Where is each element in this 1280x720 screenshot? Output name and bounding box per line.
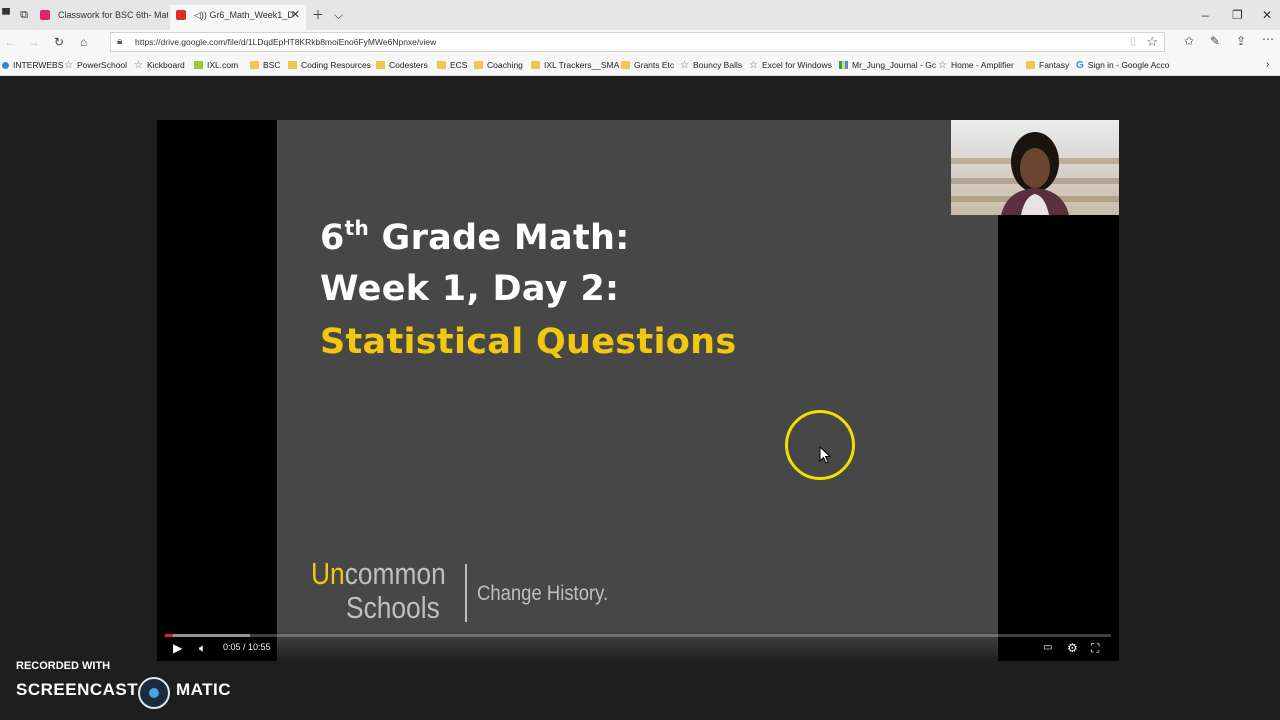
window-menu-icon[interactable]: ▀ (0, 8, 12, 22)
folder-icon (474, 61, 483, 69)
navigation-bar: ← → ↻ ⌂ 🔒︎ https://drive.google.com/file… (0, 30, 1280, 54)
bookmark-coaching[interactable]: Coaching (474, 59, 523, 71)
share-icon[interactable]: ⇪ (1236, 34, 1246, 48)
ixl-icon (194, 61, 203, 69)
cursor-highlight-ring (785, 410, 855, 480)
star-icon: ☆ (680, 60, 689, 71)
bookmark-interwebs[interactable]: INTERWEBS (2, 59, 63, 71)
webcam-overlay (951, 120, 1119, 215)
new-tab-icon[interactable]: ＋ (312, 8, 324, 22)
minimize-icon[interactable]: – (1202, 8, 1209, 22)
tab-overview-icon[interactable]: ⧉ (18, 8, 30, 22)
video-player[interactable]: 6th Grade Math: Week 1, Day 2: Statistic… (157, 120, 1119, 661)
settings-gear-icon[interactable]: ⚙ (1067, 640, 1078, 656)
bookmark-kickboard[interactable]: ☆ Kickboard (134, 59, 185, 72)
bookmark-ixl-trackers[interactable]: IXL Trackers__SMA (531, 59, 619, 71)
favorite-star-icon[interactable]: ☆ (1146, 34, 1158, 50)
bookmark-ecs[interactable]: ECS (437, 59, 467, 71)
captions-icon[interactable]: ▭ (1043, 640, 1052, 656)
folder-icon (250, 61, 259, 69)
title-bar: ▀ ⧉ Classwork for BSC 6th- Mat ◁)) Gr6_M… (0, 0, 1280, 30)
bookmark-ixl[interactable]: IXL.com (194, 59, 238, 71)
recorded-with-label: RECORDED WITH (16, 660, 111, 672)
drive-icon (839, 61, 848, 69)
played-bar (165, 634, 173, 637)
folder-icon (621, 61, 630, 69)
star-icon: ☆ (134, 60, 143, 71)
volume-icon[interactable]: 🔈︎ (199, 640, 206, 656)
logo-divider (465, 564, 467, 622)
lock-icon: 🔒︎ (117, 36, 123, 47)
logo-word-schools: Schools (346, 590, 440, 625)
player-controls: ▶ 🔈︎ 0:05 / 10:55 ▭ ⚙ ⛶ (157, 630, 1119, 661)
slide-title-line2: Week 1, Day 2: (320, 269, 620, 309)
brand-right: MATIC (176, 680, 232, 699)
slide-title-line3: Statistical Questions (320, 322, 737, 362)
bookmark-mr-jung-journal[interactable]: Mr_Jung_Journal - Gc (839, 59, 936, 71)
more-options-icon[interactable]: ⋯ (1262, 32, 1274, 46)
url-text[interactable]: https://drive.google.com/file/d/1LDqdEpH… (135, 37, 436, 47)
tab-label: ◁)) Gr6_Math_Week1_D (194, 10, 294, 20)
buffered-bar (165, 634, 251, 637)
webcam-person-image (951, 120, 1119, 215)
globe-icon (2, 62, 9, 69)
video-frame-slide: 6th Grade Math: Week 1, Day 2: Statistic… (277, 120, 998, 661)
drive-video-favicon-icon (176, 10, 186, 20)
screencast-logo-icon (138, 677, 170, 709)
refresh-icon[interactable]: ↻ (54, 34, 64, 50)
favorites-hub-icon[interactable]: ✩ (1184, 34, 1194, 48)
time-display: 0:05 / 10:55 (223, 642, 271, 652)
seek-bar[interactable] (165, 634, 1111, 637)
bookmark-powerschool[interactable]: ☆ PowerSchool (64, 59, 127, 72)
more-bookmarks-chevron-icon[interactable]: › (1266, 59, 1269, 71)
bookmark-excel[interactable]: ☆ Excel for Windows (749, 59, 832, 72)
logo-word-uncommon: Uncommon (311, 556, 446, 591)
logo-tagline: Change History. (477, 582, 609, 605)
folder-icon (437, 61, 446, 69)
bookmark-google-signin[interactable]: G Sign in - Google Acco (1076, 59, 1170, 72)
folder-icon (531, 61, 540, 69)
address-field[interactable]: 🔒︎ https://drive.google.com/file/d/1LDqd… (110, 32, 1165, 52)
close-tab-icon[interactable]: ✕ (291, 5, 300, 26)
audio-playing-icon[interactable]: ◁)) (194, 10, 207, 20)
play-icon[interactable]: ▶ (173, 640, 182, 656)
notes-pen-icon[interactable]: ✎ (1210, 34, 1220, 48)
tab-gr6-math[interactable]: ◁)) Gr6_Math_Week1_D ✕ (170, 5, 306, 30)
reading-view-icon[interactable]: ▯ (1130, 36, 1136, 47)
bookmark-coding-resources[interactable]: Coding Resources (288, 59, 371, 71)
close-window-icon[interactable]: ✕ (1262, 8, 1272, 22)
star-icon: ☆ (749, 60, 758, 71)
brand-left: SCREENCAST (16, 680, 139, 699)
favorites-bar: INTERWEBS ☆ PowerSchool ☆ Kickboard IXL.co… (0, 54, 1280, 76)
tab-list-chevron-icon[interactable]: ⌵ (334, 8, 343, 22)
folder-icon (288, 61, 297, 69)
folder-icon (1026, 61, 1035, 69)
bookmark-fantasy[interactable]: Fantasy (1026, 59, 1069, 71)
restore-icon[interactable]: ❐ (1232, 8, 1243, 22)
google-icon: G (1076, 60, 1084, 71)
star-icon: ☆ (64, 60, 73, 71)
slide-title-line1: 6th Grade Math: (320, 216, 630, 258)
bookmark-bsc[interactable]: BSC (250, 59, 280, 71)
bookmark-codesters[interactable]: Codesters (376, 59, 428, 71)
back-icon[interactable]: ← (4, 34, 16, 50)
star-icon: ☆ (938, 60, 947, 71)
forward-icon[interactable]: → (28, 34, 40, 50)
bookmark-home-amplifier[interactable]: ☆ Home - Amplifier (938, 59, 1014, 72)
fullscreen-icon[interactable]: ⛶ (1091, 640, 1099, 656)
tab-classwork[interactable]: Classwork for BSC 6th- Mat (34, 5, 168, 30)
folder-icon (376, 61, 385, 69)
tab-label: Classwork for BSC 6th- Mat (58, 10, 168, 20)
bookmark-bouncy-balls[interactable]: ☆ Bouncy Balls (680, 59, 742, 72)
classroom-favicon-icon (40, 10, 50, 20)
mouse-pointer-icon (819, 446, 831, 464)
home-icon[interactable]: ⌂ (80, 34, 87, 50)
bookmark-grants[interactable]: Grants Etc (621, 59, 674, 71)
